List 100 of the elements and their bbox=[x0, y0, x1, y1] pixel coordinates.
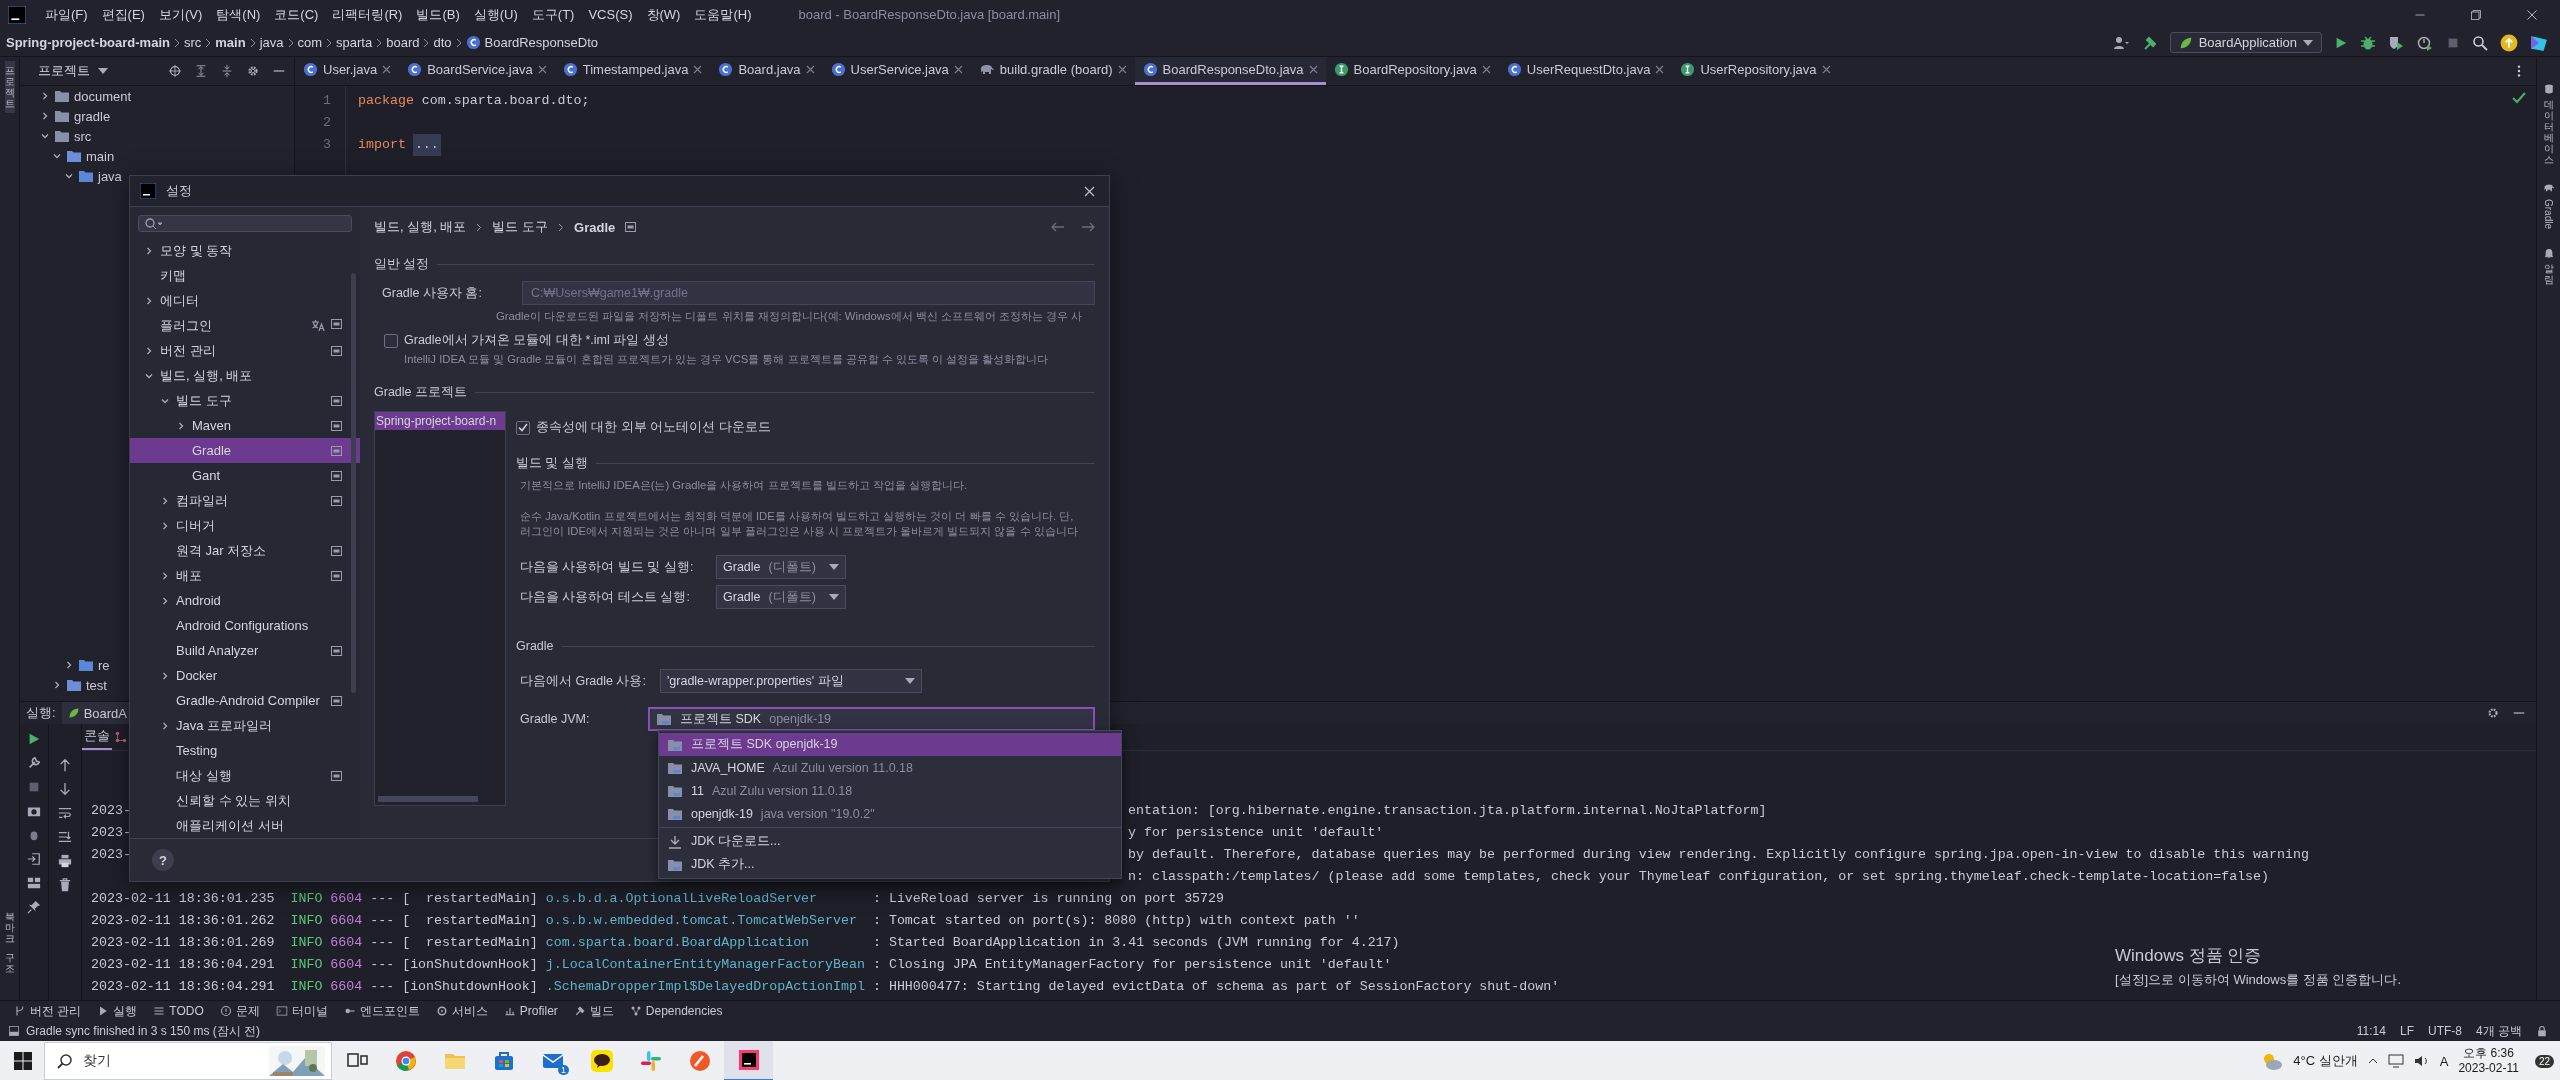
menu-option[interactable]: JAVA_HOME Azul Zulu version 11.0.18 bbox=[659, 756, 1121, 779]
menu-option[interactable]: 11 Azul Zulu version 11.0.18 bbox=[659, 779, 1121, 802]
dropdown[interactable]: Gradle (디폴트) bbox=[716, 555, 846, 579]
jvm-dropdown[interactable]: 프로젝트 SDK openjdk-19 bbox=[648, 707, 1095, 731]
run-configuration-dropdown[interactable]: BoardApplication bbox=[2169, 32, 2322, 53]
settings-item[interactable]: 대상 실행 bbox=[130, 763, 360, 788]
menu-item[interactable]: 빌드(B) bbox=[409, 5, 467, 24]
tool-window-button[interactable]: TODO bbox=[145, 1004, 212, 1018]
settings-item[interactable]: Android Configurations bbox=[130, 613, 360, 638]
tool-window-button[interactable]: 터미널 bbox=[267, 1002, 336, 1020]
editor-tab[interactable]: UserService.java bbox=[822, 57, 971, 85]
settings-item[interactable]: 키맵 bbox=[130, 263, 360, 288]
editor-tab[interactable]: BoardRepository.java bbox=[1325, 57, 1499, 85]
menu-item[interactable]: VCS(S) bbox=[581, 7, 640, 22]
menu-item[interactable]: 실행(U) bbox=[466, 5, 525, 24]
tool-window-button[interactable]: 빌드 bbox=[565, 1002, 622, 1020]
tree-item[interactable]: re bbox=[98, 657, 110, 673]
tool-window-button[interactable]: 실행 bbox=[89, 1002, 146, 1020]
editor-tab[interactable]: Timestamped.java bbox=[554, 57, 711, 85]
tool-window-button[interactable]: 북마크 bbox=[4, 911, 15, 944]
settings-item[interactable]: 모양 및 동작 bbox=[130, 238, 360, 263]
settings-item[interactable]: 에디터 bbox=[130, 288, 360, 313]
settings-item[interactable]: Java 프로파일러 bbox=[130, 713, 360, 738]
settings-item[interactable]: 원격 Jar 저장소 bbox=[130, 538, 360, 563]
menu-item[interactable]: 리팩터링(R) bbox=[325, 5, 410, 24]
tree-item[interactable]: test bbox=[86, 677, 107, 693]
settings-item[interactable]: 배포 bbox=[130, 563, 360, 588]
status-item[interactable]: 4개 공백 bbox=[2476, 1022, 2522, 1040]
breadcrumb-item[interactable]: BoardResponseDto bbox=[465, 35, 598, 50]
clock[interactable]: 오후 6:36 2023-02-11 bbox=[2458, 1046, 2519, 1076]
dropdown[interactable]: 'gradle-wrapper.properties' 파일 bbox=[659, 669, 922, 693]
menu-item[interactable]: 파일(F) bbox=[38, 5, 95, 24]
weather-text[interactable]: 4°C 실안개 bbox=[2293, 1052, 2358, 1070]
tool-window-button[interactable]: Gradle bbox=[2543, 199, 2554, 229]
menu-item[interactable]: 도구(T) bbox=[524, 5, 582, 24]
tool-window-button[interactable]: Dependencies bbox=[621, 1004, 731, 1018]
settings-item[interactable]: Docker bbox=[130, 663, 360, 688]
panel-title-dropdown[interactable]: 프로젝트 bbox=[38, 62, 90, 80]
taskbar-app[interactable]: 1 bbox=[528, 1041, 577, 1080]
settings-item[interactable]: Gradle bbox=[130, 438, 360, 463]
settings-item[interactable]: Build Analyzer bbox=[130, 638, 360, 663]
menu-option[interactable]: JDK 다운로드... bbox=[659, 830, 1121, 853]
breadcrumb-item[interactable]: main bbox=[215, 35, 246, 50]
tool-window-button[interactable]: Profiler bbox=[495, 1004, 566, 1018]
tree-item[interactable]: document bbox=[74, 88, 132, 104]
menu-item[interactable]: 보기(V) bbox=[151, 5, 210, 24]
tool-window-button[interactable]: 엔드포인트 bbox=[335, 1002, 428, 1020]
breadcrumb-item[interactable]: sparta bbox=[336, 35, 373, 50]
tool-window-button[interactable]: 버전 관리 bbox=[6, 1002, 90, 1020]
editor-tab[interactable]: UserRequestDto.java bbox=[1498, 57, 1673, 85]
tool-window-button[interactable]: 프로젝트 bbox=[4, 61, 15, 113]
settings-item[interactable]: 버전 관리 bbox=[130, 338, 360, 363]
tool-window-button[interactable]: 데이터베이스 bbox=[2543, 99, 2554, 165]
dropdown[interactable]: Gradle (디폴트) bbox=[716, 585, 846, 609]
folded-code[interactable]: ... bbox=[412, 134, 441, 156]
settings-item[interactable]: Maven bbox=[130, 413, 360, 438]
settings-item[interactable]: 빌드, 실행, 배포 bbox=[130, 363, 360, 388]
tree-item[interactable]: java bbox=[98, 168, 122, 184]
search-field[interactable]: 찾기 bbox=[44, 1042, 332, 1080]
editor-tab[interactable]: build.gradle (board) bbox=[970, 57, 1135, 85]
breadcrumb-item[interactable]: dto bbox=[433, 35, 452, 50]
status-item[interactable]: UTF-8 bbox=[2428, 1024, 2462, 1038]
editor-tab[interactable]: UserRepository.java bbox=[1672, 57, 1839, 85]
editor-tab[interactable]: BoardResponseDto.java bbox=[1134, 57, 1326, 85]
breadcrumb-item[interactable]: Spring-project-board-main bbox=[6, 35, 170, 50]
menu-item[interactable]: 탐색(N) bbox=[209, 5, 268, 24]
help-button[interactable]: ? bbox=[152, 849, 174, 871]
menu-item[interactable]: 창(W) bbox=[639, 5, 688, 24]
status-item[interactable]: LF bbox=[2399, 1024, 2414, 1038]
settings-item[interactable]: 신뢰할 수 있는 위치 bbox=[130, 788, 360, 813]
settings-item[interactable]: Android bbox=[130, 588, 360, 613]
tool-window-button[interactable]: 알림 bbox=[2543, 263, 2554, 285]
breadcrumb-item[interactable]: java bbox=[259, 35, 284, 50]
menu-item[interactable]: 편집(E) bbox=[94, 5, 152, 24]
menu-item[interactable]: 도움말(H) bbox=[687, 5, 759, 24]
settings-item[interactable]: 디버거 bbox=[130, 513, 360, 538]
settings-item[interactable]: 플러그인 bbox=[130, 313, 360, 338]
tree-item[interactable]: main bbox=[86, 148, 115, 164]
status-item[interactable]: 11:14 bbox=[2356, 1024, 2386, 1038]
tool-window-button[interactable]: 구조 bbox=[4, 952, 15, 974]
breadcrumb-item[interactable]: board bbox=[386, 35, 420, 50]
project-list-item[interactable]: Spring-project-board-n bbox=[375, 412, 505, 430]
menu-option[interactable]: 프로젝트 SDK openjdk-19 bbox=[659, 733, 1121, 756]
notification-badge[interactable]: 22 bbox=[2534, 1054, 2554, 1068]
settings-item[interactable]: Testing bbox=[130, 738, 360, 763]
console-tab[interactable]: 콘솔 bbox=[82, 724, 112, 751]
tool-window-button[interactable]: 서비스 bbox=[427, 1002, 496, 1020]
breadcrumb-item[interactable]: com bbox=[297, 35, 323, 50]
settings-item[interactable]: 빌드 도구 bbox=[130, 388, 360, 413]
breadcrumb-item[interactable]: 빌드, 실행, 배포 bbox=[374, 218, 467, 236]
tree-item[interactable]: src bbox=[74, 128, 92, 144]
menu-option[interactable]: JDK 추가... bbox=[659, 853, 1121, 876]
tree-item[interactable]: gradle bbox=[74, 108, 111, 124]
editor-tab[interactable]: User.java bbox=[295, 57, 400, 85]
breadcrumb-item[interactable]: src bbox=[183, 35, 202, 50]
input-method-indicator[interactable]: A bbox=[2439, 1053, 2449, 1069]
menu-option[interactable]: openjdk-19 java version "19.0.2" bbox=[659, 802, 1121, 825]
menu-item[interactable]: 코드(C) bbox=[267, 5, 326, 24]
tool-window-button[interactable]: 문제 bbox=[211, 1002, 268, 1020]
breadcrumb-item[interactable]: 빌드 도구 bbox=[492, 218, 549, 236]
